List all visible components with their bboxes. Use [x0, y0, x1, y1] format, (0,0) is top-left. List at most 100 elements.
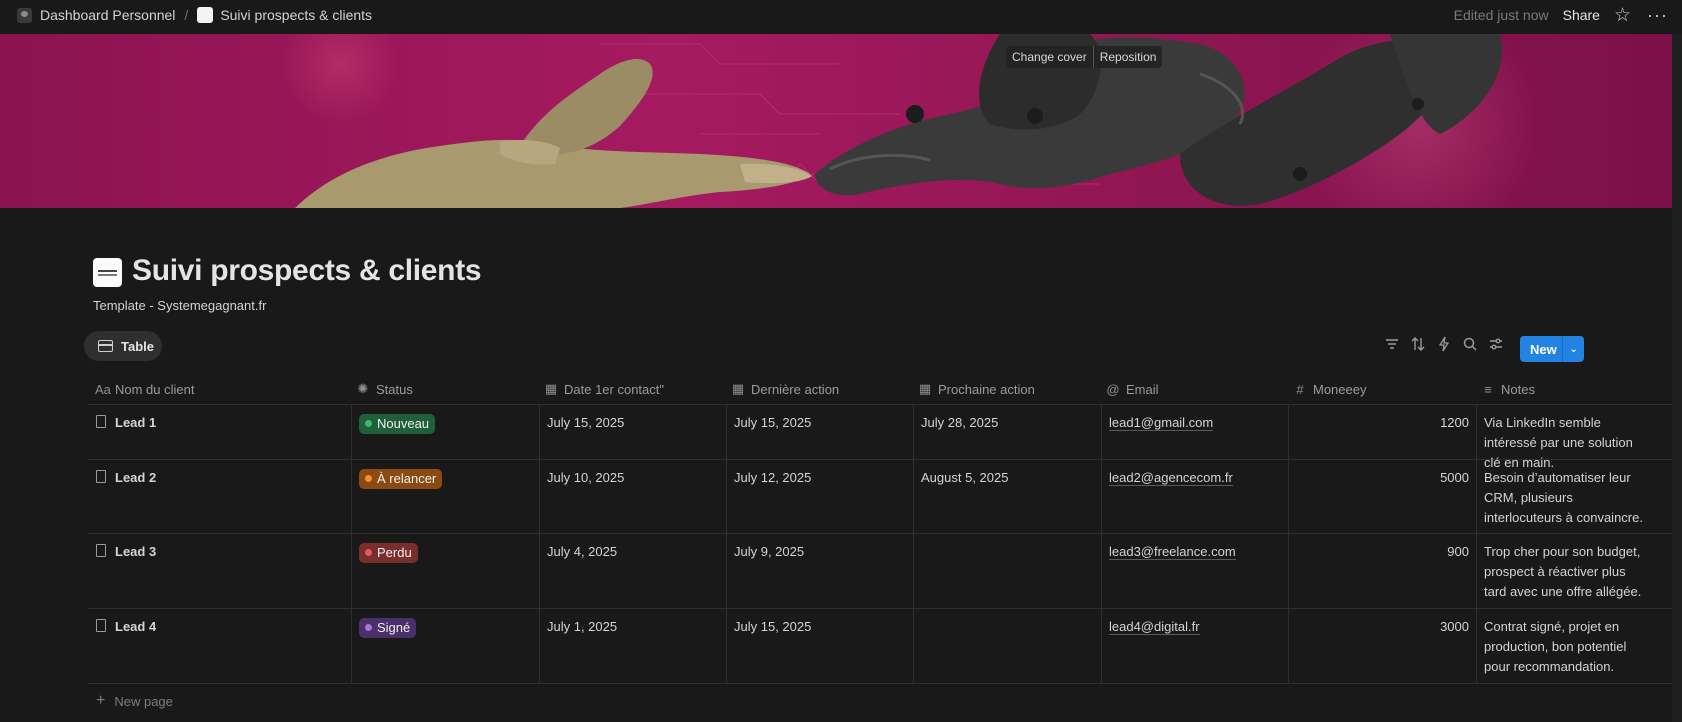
email-link[interactable]: lead2@agencecom.fr: [1109, 470, 1233, 486]
column-header-email[interactable]: @ Email: [1106, 374, 1158, 404]
cell-name[interactable]: Lead 1: [88, 405, 351, 459]
status-label: Perdu: [377, 545, 412, 560]
page-title[interactable]: Suivi prospects & clients: [132, 254, 482, 288]
table-header: Aa Nom du client ✺ Status ▦ Date 1er contac…: [88, 374, 1672, 405]
column-label: Status: [376, 381, 413, 397]
status-label: Nouveau: [377, 416, 430, 431]
cover-artwork: [295, 34, 1502, 208]
cell-next-action[interactable]: July 28, 2025: [913, 405, 1101, 459]
cell-last-action[interactable]: July 15, 2025: [726, 405, 913, 459]
cell-next-action[interactable]: [913, 534, 1101, 608]
new-page-button[interactable]: + New page: [96, 692, 173, 710]
column-label: Dernière action: [751, 381, 840, 397]
column-header-notes[interactable]: ≡ Notes: [1481, 374, 1535, 404]
cell-status[interactable]: Signé: [351, 609, 539, 683]
page-scrollbar[interactable]: [1672, 34, 1682, 722]
email-link[interactable]: lead3@freelance.com: [1109, 544, 1236, 560]
sort-icon[interactable]: [1410, 336, 1426, 352]
share-button[interactable]: Share: [1563, 7, 1600, 23]
column-header-money[interactable]: # Moneeey: [1293, 374, 1366, 404]
column-header-first-contact[interactable]: ▦ Date 1er contact": [544, 374, 664, 404]
column-header-last-action[interactable]: ▦ Dernière action: [731, 374, 839, 404]
cell-email[interactable]: lead3@freelance.com: [1101, 534, 1288, 608]
cell-email[interactable]: lead2@agencecom.fr: [1101, 460, 1288, 533]
table-row[interactable]: Lead 4 Signé July 1, 2025 July 15, 2025 …: [88, 609, 1672, 684]
status-badge: Perdu: [359, 542, 418, 563]
cell-last-action[interactable]: July 9, 2025: [726, 534, 913, 608]
cell-last-action[interactable]: July 12, 2025: [726, 460, 913, 533]
more-options-icon[interactable]: ···: [1647, 5, 1668, 26]
cell-money[interactable]: 5000: [1288, 460, 1476, 533]
settings-icon[interactable]: [1488, 336, 1504, 352]
tab-table-view[interactable]: Table: [84, 331, 162, 361]
cell-money[interactable]: 3000: [1288, 609, 1476, 683]
cell-notes[interactable]: Contrat signé, projet en production, bon…: [1476, 609, 1664, 683]
status-property-icon: ✺: [357, 381, 369, 396]
status-dot-icon: [365, 549, 372, 556]
cell-first-contact[interactable]: July 4, 2025: [539, 534, 726, 608]
status-label: Signé: [377, 620, 411, 635]
star-icon[interactable]: ☆: [1614, 6, 1631, 25]
page-icon: [96, 544, 106, 557]
cell-notes[interactable]: Besoin d’automatiser leur CRM, plusieurs…: [1476, 460, 1664, 533]
new-button-label: New: [1530, 341, 1557, 357]
page-icon: [96, 619, 106, 632]
current-page-icon: [197, 7, 214, 23]
table-row[interactable]: Lead 2 À relancer July 10, 2025 July 12,…: [88, 460, 1672, 534]
status-dot-icon: [365, 420, 372, 427]
cell-email[interactable]: lead4@digital.fr: [1101, 609, 1288, 683]
page-logo-icon[interactable]: [93, 258, 122, 287]
cell-email[interactable]: lead1@gmail.com: [1101, 405, 1288, 459]
breadcrumb-item-dashboard[interactable]: Dashboard Personnel: [40, 7, 175, 23]
column-label: Notes: [1501, 381, 1535, 397]
change-cover-button[interactable]: Change cover: [1006, 46, 1093, 68]
new-button[interactable]: New ⌄: [1520, 336, 1584, 362]
status-dot-icon: [365, 475, 372, 482]
cell-money[interactable]: 1200: [1288, 405, 1476, 459]
reposition-button[interactable]: Reposition: [1092, 46, 1163, 68]
lead-name: Lead 4: [115, 619, 157, 634]
cell-next-action[interactable]: [913, 609, 1101, 683]
table-row[interactable]: Lead 3 Perdu July 4, 2025 July 9, 2025 l…: [88, 534, 1672, 609]
cell-next-action[interactable]: August 5, 2025: [913, 460, 1101, 533]
cover-actions: Change cover Reposition: [1006, 46, 1163, 68]
database-table: Aa Nom du client ✺ Status ▦ Date 1er contac…: [88, 374, 1672, 684]
search-icon[interactable]: [1462, 336, 1478, 352]
plus-icon: +: [96, 692, 106, 709]
lead-name: Lead 2: [115, 470, 157, 485]
cell-name[interactable]: Lead 2: [88, 460, 351, 533]
cell-last-action[interactable]: July 15, 2025: [726, 609, 913, 683]
cell-first-contact[interactable]: July 15, 2025: [539, 405, 726, 459]
tab-table-label: Table: [121, 338, 154, 354]
page-icon: [96, 415, 106, 428]
breadcrumb-item-current[interactable]: Suivi prospects & clients: [220, 7, 372, 23]
cell-name[interactable]: Lead 3: [88, 534, 351, 608]
dashboard-page-icon: [17, 7, 32, 23]
cell-status[interactable]: À relancer: [351, 460, 539, 533]
cell-status[interactable]: Perdu: [351, 534, 539, 608]
column-header-status[interactable]: ✺ Status: [356, 374, 413, 404]
cell-money[interactable]: 900: [1288, 534, 1476, 608]
text-lines-icon: ≡: [1484, 381, 1492, 397]
email-link[interactable]: lead1@gmail.com: [1109, 415, 1214, 431]
chevron-down-icon[interactable]: ⌄: [1562, 336, 1584, 362]
table-row[interactable]: Lead 1 Nouveau July 15, 2025 July 15, 20…: [88, 405, 1672, 470]
page-icon: [96, 470, 106, 483]
cell-notes[interactable]: Trop cher pour son budget, prospect à ré…: [1476, 534, 1664, 608]
calendar-icon: ▦: [544, 381, 558, 396]
column-header-next-action[interactable]: ▦ Prochaine action: [918, 374, 1035, 404]
column-header-name[interactable]: Aa Nom du client: [95, 374, 194, 404]
automation-icon[interactable]: [1436, 336, 1452, 352]
status-badge: Signé: [359, 617, 417, 638]
cell-status[interactable]: Nouveau: [351, 405, 539, 459]
column-label: Moneeey: [1313, 381, 1367, 397]
filter-icon[interactable]: [1384, 336, 1400, 352]
cell-first-contact[interactable]: July 10, 2025: [539, 460, 726, 533]
status-badge: Nouveau: [359, 413, 436, 434]
cell-notes[interactable]: Via LinkedIn semble intéressé par une so…: [1476, 405, 1664, 470]
top-actions: Edited just now Share ☆ ···: [1454, 0, 1668, 30]
top-bar: Dashboard Personnel / Suivi prospects & …: [0, 0, 1682, 30]
cell-first-contact[interactable]: July 1, 2025: [539, 609, 726, 683]
cell-name[interactable]: Lead 4: [88, 609, 351, 683]
email-link[interactable]: lead4@digital.fr: [1109, 619, 1200, 635]
